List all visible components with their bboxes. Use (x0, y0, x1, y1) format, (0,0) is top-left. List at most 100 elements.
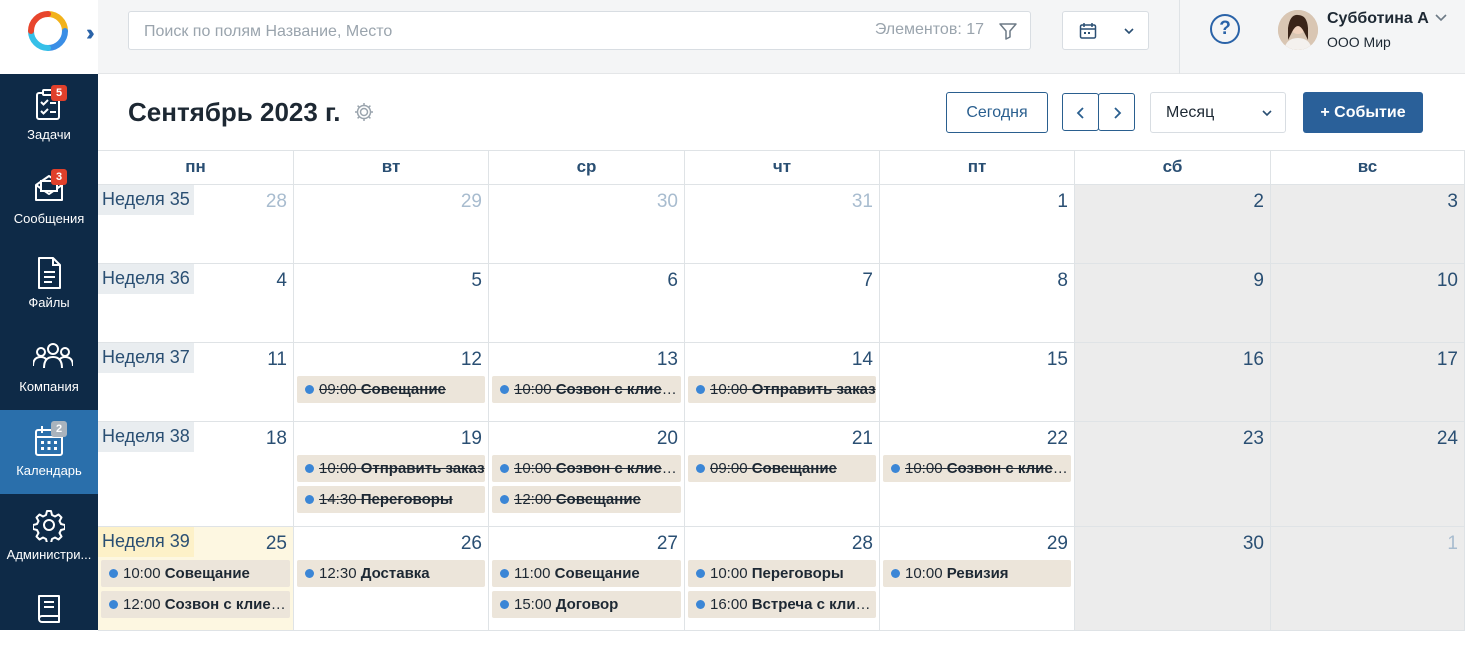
calendar-event[interactable]: 10:00 Отправить заказ (688, 376, 876, 403)
prev-month-button[interactable] (1062, 93, 1099, 131)
calendar-event[interactable]: 12:30 Доставка (297, 560, 485, 587)
day-cell[interactable]: 10 (1271, 264, 1465, 343)
day-cell[interactable]: 6 (489, 264, 685, 343)
week-label[interactable]: Неделя 35 (98, 185, 194, 215)
day-cell[interactable]: Неделя 36 4 (98, 264, 294, 343)
badge: 3 (51, 169, 67, 185)
expand-sidebar-icon[interactable]: ›› (86, 20, 94, 46)
sidebar-item-label: Компания (19, 379, 79, 394)
week-label[interactable]: Неделя 38 (98, 422, 194, 452)
day-cell[interactable]: 12 09:00 Совещание (294, 343, 489, 422)
divider (1179, 0, 1180, 74)
week-label[interactable]: Неделя 39 (98, 527, 194, 557)
calendar-event[interactable]: 09:00 Совещание (297, 376, 485, 403)
calendar-event[interactable]: 10:00 Ревизия (883, 560, 1071, 587)
badge: 5 (51, 85, 67, 101)
event-time: 09:00 (710, 460, 748, 477)
day-cell[interactable]: 2010:00 Созвон с клиентом12:00 Совещание (489, 422, 685, 527)
day-number: 16 (1242, 349, 1264, 370)
calendar-event[interactable]: 12:00 Созвон с клиентом (101, 591, 290, 618)
day-cell[interactable]: 2 (1075, 185, 1271, 264)
sidebar-item-4[interactable]: 2 Календарь (0, 410, 98, 494)
calendar-event[interactable]: 14:30 Переговоры (297, 486, 485, 513)
day-cell[interactable]: 13 10:00 Созвон с клиентом (489, 343, 685, 422)
help-icon[interactable]: ? (1210, 14, 1240, 44)
calendar-event[interactable]: 11:00 Совещание (492, 560, 681, 587)
day-cell[interactable]: 23 (1075, 422, 1271, 527)
chevron-down-icon (1262, 110, 1272, 117)
day-number: 2 (1253, 191, 1264, 212)
day-cell[interactable]: 30 (1075, 527, 1271, 631)
app-logo (28, 11, 68, 51)
day-cell[interactable]: 24 (1271, 422, 1465, 527)
user-name[interactable]: Субботина А (1327, 10, 1429, 28)
settings-gear-icon[interactable] (353, 101, 375, 123)
day-header: вс (1271, 151, 1465, 185)
date-picker-button[interactable] (1062, 11, 1149, 50)
calendar-event[interactable]: 09:00 Совещание (688, 455, 876, 482)
day-number: 18 (265, 428, 287, 449)
search-input[interactable]: Поиск по полям Название, Место Элементов… (128, 11, 1031, 50)
day-cell[interactable]: Неделя 37 11 (98, 343, 294, 422)
sidebar-item-6[interactable] (0, 578, 98, 662)
calendar-event[interactable]: 10:00 Совещание (101, 560, 290, 587)
day-cell[interactable]: 7 (685, 264, 880, 343)
day-cell[interactable]: 29 (294, 185, 489, 264)
day-cell[interactable]: 9 (1075, 264, 1271, 343)
day-cell[interactable]: 8 (880, 264, 1075, 343)
today-button[interactable]: Сегодня (946, 92, 1048, 133)
day-cell[interactable]: 3 (1271, 185, 1465, 264)
day-cell[interactable]: 15 (880, 343, 1075, 422)
day-cell[interactable]: Неделя 35 28 (98, 185, 294, 264)
day-cell[interactable]: 29 10:00 Ревизия (880, 527, 1075, 631)
add-event-button[interactable]: + Событие (1303, 92, 1423, 133)
day-cell[interactable]: 1 (880, 185, 1075, 264)
day-number: 1 (1447, 533, 1458, 554)
chevron-right-icon (1113, 107, 1121, 119)
sidebar-item-0[interactable]: 5 Задачи (0, 74, 98, 158)
event-time: 10:00 (123, 565, 161, 582)
day-cell[interactable]: 1 (1271, 527, 1465, 631)
day-cell[interactable]: 2810:00 Переговоры16:00 Встреча с клиент… (685, 527, 880, 631)
calendar-event[interactable]: 16:00 Встреча с клиентом (688, 591, 876, 618)
calendar-event[interactable]: 10:00 Созвон с клиентом (492, 455, 681, 482)
day-cell[interactable]: 26 12:30 Доставка (294, 527, 489, 631)
day-cell[interactable]: 19 10:00 Отправить заказ 14:30 Переговоры (294, 422, 489, 527)
calendar-event[interactable]: 10:00 Отправить заказ (297, 455, 485, 482)
day-number: 27 (656, 533, 678, 554)
sidebar-item-3[interactable]: Компания (0, 326, 98, 410)
day-cell[interactable]: Неделя 39 25 10:00 Совещание 12:00 Созвон с… (98, 527, 294, 631)
calendar-event[interactable]: 10:00 Созвон с клиентом (883, 455, 1071, 482)
week-label[interactable]: Неделя 36 (98, 264, 194, 294)
day-cell[interactable]: 30 (489, 185, 685, 264)
event-title: Отправить заказ (751, 381, 876, 398)
day-cell[interactable]: 14 10:00 Отправить заказ (685, 343, 880, 422)
day-cell[interactable]: 5 (294, 264, 489, 343)
calendar-event[interactable]: 15:00 Договор (492, 591, 681, 618)
day-cell[interactable]: 22 10:00 Созвон с клиентом (880, 422, 1075, 527)
day-cell[interactable]: 16 (1075, 343, 1271, 422)
calendar-event[interactable]: 10:00 Созвон с клиентом (492, 376, 681, 403)
day-number: 6 (667, 270, 678, 291)
day-cell[interactable]: 17 (1271, 343, 1465, 422)
day-cell[interactable]: 27 11:00 Совещание 15:00 Договор (489, 527, 685, 631)
sidebar-item-5[interactable]: Администри... (0, 494, 98, 578)
calendar-event[interactable]: 12:00 Совещание (492, 486, 681, 513)
day-cell[interactable]: Неделя 38 18 (98, 422, 294, 527)
view-select[interactable]: Месяц (1150, 92, 1286, 133)
sidebar-item-1[interactable]: 3 Сообщения (0, 158, 98, 242)
event-title: Совещание (751, 460, 837, 477)
avatar[interactable] (1278, 10, 1318, 50)
day-number: 25 (265, 533, 287, 554)
week-label[interactable]: Неделя 37 (98, 343, 194, 373)
filter-icon[interactable] (998, 21, 1018, 41)
day-cell[interactable]: 31 (685, 185, 880, 264)
sidebar-item-2[interactable]: Файлы (0, 242, 98, 326)
day-cell[interactable]: 21 09:00 Совещание (685, 422, 880, 527)
day-number: 24 (1436, 428, 1458, 449)
calendar-event[interactable]: 10:00 Переговоры (688, 560, 876, 587)
chevron-down-icon (1124, 28, 1134, 35)
user-menu-chevron-icon[interactable] (1434, 12, 1448, 24)
event-title: Созвон с клиентом (555, 381, 681, 398)
next-month-button[interactable] (1098, 93, 1135, 131)
